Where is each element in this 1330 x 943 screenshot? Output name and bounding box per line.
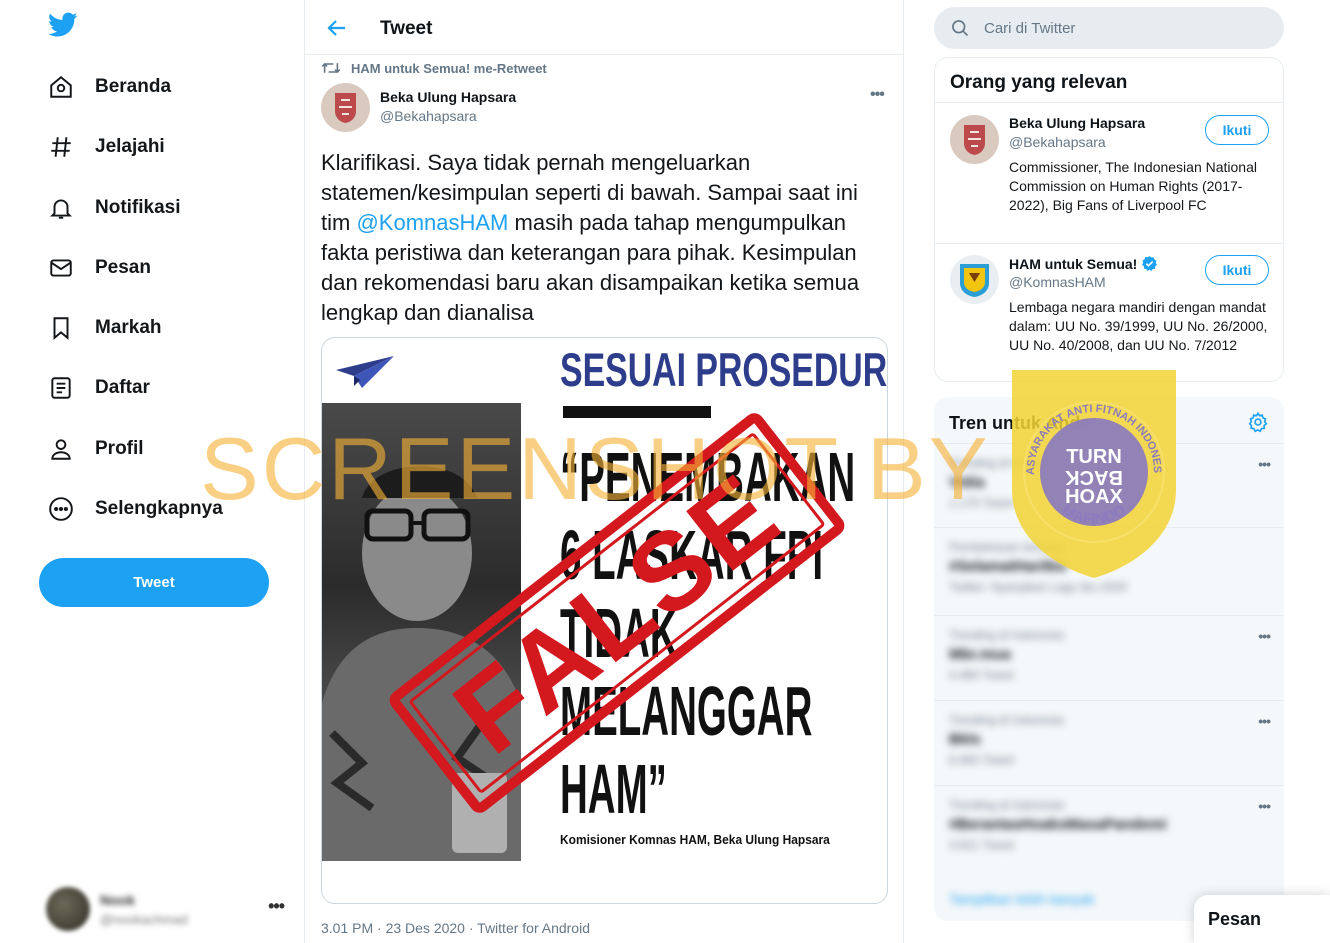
- mention-link[interactable]: @KomnasHAM: [356, 210, 508, 235]
- nav-item-messages[interactable]: Pesan: [48, 246, 151, 290]
- avatar[interactable]: [950, 255, 999, 304]
- more-horizontal-icon[interactable]: •••: [1258, 456, 1271, 472]
- back-arrow-icon[interactable]: [325, 16, 349, 40]
- person-handle[interactable]: @Bekahapsara: [1009, 134, 1106, 150]
- search-icon: [952, 20, 969, 37]
- nav-label: Pesan: [95, 257, 151, 278]
- badge-line: HOAX: [1065, 486, 1123, 508]
- tweet-text: Klarifikasi. Saya tidak pernah mengeluar…: [321, 148, 891, 328]
- verified-badge-icon: [1142, 256, 1158, 271]
- tweet-timestamp[interactable]: 3.01 PM · 23 Des 2020 · Twitter for Andr…: [321, 920, 590, 936]
- person-name[interactable]: Beka Ulung Hapsara: [1009, 115, 1145, 131]
- image-divider: [563, 406, 711, 418]
- more-horizontal-icon[interactable]: •••: [1258, 713, 1271, 729]
- trend-name: Bkls: [949, 731, 981, 748]
- search-input[interactable]: [984, 19, 1264, 37]
- nav-label: Selengkapnya: [95, 498, 223, 519]
- more-horizontal-icon[interactable]: •••: [268, 896, 285, 917]
- quote-line: HAM”: [560, 750, 667, 828]
- nav-item-explore[interactable]: Jelajahi: [48, 125, 165, 169]
- person-bio: Lembaga negara mandiri dengan mandat dal…: [1009, 299, 1268, 353]
- relevant-people-card: Orang yang relevan Beka Ulung Hapsara @B…: [934, 57, 1284, 382]
- search-bar[interactable]: [934, 7, 1284, 49]
- nav-label: Daftar: [95, 377, 150, 398]
- tweet-image[interactable]: SESUAI PROSEDUR “PENEMBAKAN 6 LASKAR FPI…: [321, 337, 888, 904]
- home-icon: [48, 74, 74, 100]
- more-horizontal-icon[interactable]: •••: [1258, 798, 1271, 814]
- page-title: Tweet: [380, 18, 433, 39]
- image-headline: SESUAI PROSEDUR: [560, 343, 888, 396]
- badge-line: TURN: [1066, 446, 1122, 468]
- gear-icon[interactable]: [1247, 411, 1269, 433]
- mail-icon: [48, 255, 74, 281]
- trend-count: Twitter: Nyanyikan Lagu Ibu 2020: [949, 580, 1128, 594]
- trend-count: 4.480 Tweet: [949, 668, 1015, 682]
- retweet-label: HAM untuk Semua! me-Retweet: [351, 60, 547, 76]
- nav-label: Beranda: [95, 76, 172, 97]
- author-handle[interactable]: @Bekahapsara: [380, 108, 477, 124]
- nav-item-bookmarks[interactable]: Markah: [48, 306, 162, 350]
- nav-label: Jelajahi: [95, 136, 165, 157]
- account-handle: @nookachmad: [100, 911, 188, 927]
- nav-item-profile[interactable]: Profil: [48, 427, 144, 471]
- trend-context: Trending di Indonesia: [949, 628, 1064, 642]
- left-navigation: Beranda Jelajahi Notifikasi Pesan Markah…: [0, 0, 304, 943]
- person-name-text: HAM untuk Semua!: [1009, 255, 1138, 272]
- main-column: Tweet HAM untuk Semua! me-Retweet Beka U…: [304, 0, 904, 943]
- profile-icon: [48, 436, 74, 462]
- tweet-more-icon[interactable]: •••: [870, 86, 885, 104]
- account-name: Nook: [100, 891, 135, 908]
- divider: [935, 102, 1283, 103]
- nav-label: Markah: [95, 317, 162, 338]
- follow-button[interactable]: Ikuti: [1205, 255, 1269, 285]
- trend-name: #BerantasHoaksMasaPandemi: [949, 816, 1167, 833]
- avatar: [46, 887, 90, 931]
- nav-item-more[interactable]: Selengkapnya: [48, 487, 223, 531]
- retweet-context[interactable]: HAM untuk Semua! me-Retweet: [321, 60, 547, 76]
- hashtag-icon: [48, 134, 74, 160]
- image-caption: Komisioner Komnas HAM, Beka Ulung Hapsar…: [560, 832, 830, 847]
- trend-item[interactable]: Trending di Indonesia Bkls 6.993 Tweet •…: [934, 700, 1284, 785]
- list-icon: [48, 375, 74, 401]
- show-more-link[interactable]: Tampilkan lebih banyak: [949, 891, 1095, 907]
- trend-context: Trending di Indonesia: [949, 798, 1064, 812]
- divider: [935, 243, 1283, 244]
- author-name[interactable]: Beka Ulung Hapsara: [380, 89, 516, 105]
- trend-item[interactable]: Trending di Indonesia #BerantasHoaksMasa…: [934, 785, 1284, 875]
- twitter-logo-icon[interactable]: [48, 12, 80, 44]
- bell-icon: [48, 195, 74, 221]
- trend-name: Vidia: [949, 474, 985, 491]
- messages-drawer[interactable]: Pesan: [1194, 895, 1330, 943]
- person-handle[interactable]: @KomnasHAM: [1009, 274, 1106, 290]
- more-circle-icon: [48, 496, 74, 522]
- author-avatar[interactable]: [321, 83, 370, 132]
- nav-item-lists[interactable]: Daftar: [48, 366, 150, 410]
- bookmark-icon: [48, 315, 74, 341]
- compose-tweet-button[interactable]: Tweet: [39, 558, 269, 607]
- more-horizontal-icon[interactable]: •••: [1258, 628, 1271, 644]
- paper-plane-icon: [336, 356, 394, 388]
- avatar[interactable]: [950, 115, 999, 164]
- trend-name: Mbr.mua: [949, 646, 1011, 663]
- badge-line: BACK: [1065, 466, 1123, 488]
- follow-button[interactable]: Ikuti: [1205, 115, 1269, 145]
- trend-count: 6.993 Tweet: [949, 753, 1015, 767]
- trend-count: 3.621 Tweet: [949, 838, 1015, 852]
- mafindo-badge: MASYARAKAT ANTI FITNAH INDONESIA MAFINDO…: [1003, 357, 1180, 581]
- person-bio: Commissioner, The Indonesian National Co…: [1009, 159, 1257, 213]
- nav-item-notifications[interactable]: Notifikasi: [48, 186, 181, 230]
- trend-item[interactable]: Trending di Indonesia Mbr.mua 4.480 Twee…: [934, 615, 1284, 700]
- nav-item-home[interactable]: Beranda: [48, 65, 171, 109]
- page-header: Tweet: [305, 0, 903, 55]
- trend-context: Trending di Indonesia: [949, 713, 1064, 727]
- account-switcher[interactable]: Nook @nookachmad •••: [46, 884, 296, 934]
- nav-label: Notifikasi: [95, 197, 181, 218]
- relevant-title: Orang yang relevan: [950, 72, 1128, 93]
- trend-count: 1.170 Tweet: [949, 496, 1015, 510]
- person-name[interactable]: HAM untuk Semua!: [1009, 255, 1158, 272]
- retweet-icon: [321, 62, 341, 74]
- nav-label: Profil: [95, 438, 144, 459]
